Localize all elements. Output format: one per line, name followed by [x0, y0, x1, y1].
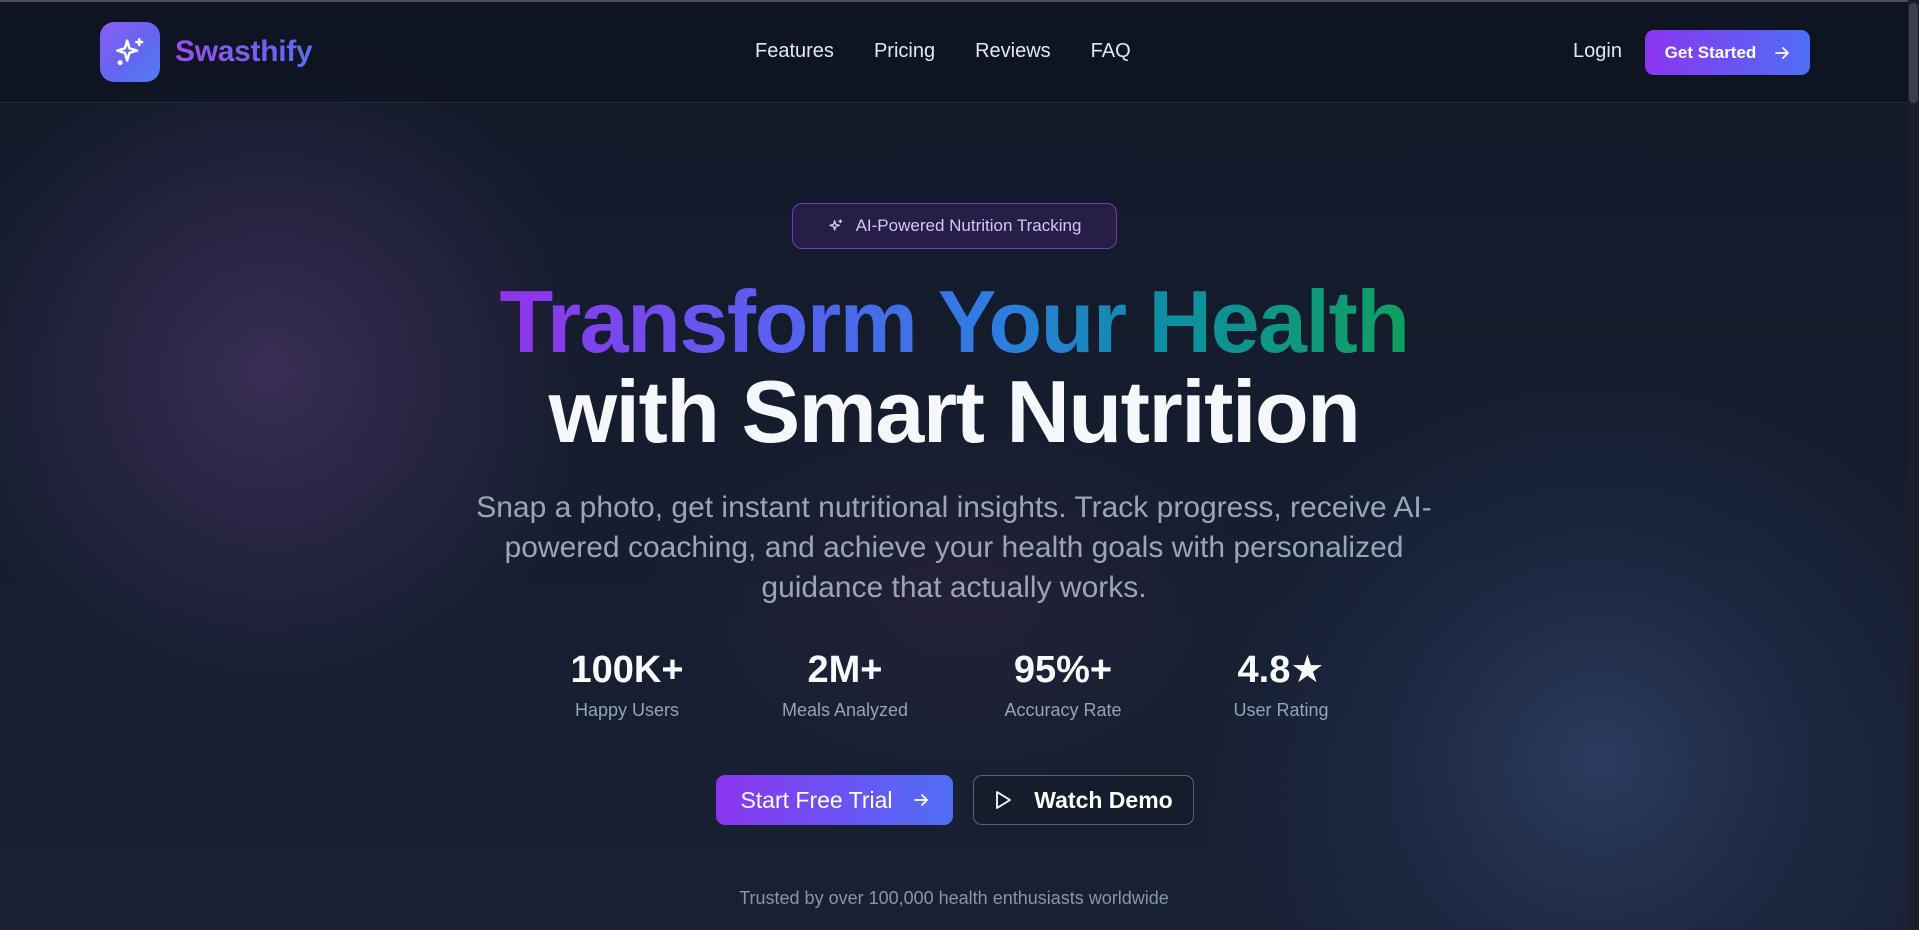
- start-free-trial-label: Start Free Trial: [740, 786, 893, 813]
- brand-name: Swasthify: [175, 35, 313, 68]
- get-started-button[interactable]: Get Started: [1645, 30, 1810, 75]
- watch-demo-button[interactable]: Watch Demo: [973, 775, 1194, 825]
- stat-accuracy-rate: 95%+ Accuracy Rate: [954, 648, 1172, 721]
- sparkles-icon: [828, 218, 844, 234]
- scrollbar[interactable]: [1908, 0, 1919, 930]
- nav-link-features[interactable]: Features: [755, 40, 834, 63]
- stat-meals-analyzed: 2M+ Meals Analyzed: [736, 648, 954, 721]
- nav-link-faq[interactable]: FAQ: [1091, 40, 1131, 63]
- stat-value: 2M+: [807, 649, 883, 691]
- nav-link-reviews[interactable]: Reviews: [975, 40, 1051, 63]
- stat-label: User Rating: [1233, 700, 1329, 720]
- stat-label: Accuracy Rate: [1004, 700, 1122, 720]
- scrollbar-thumb[interactable]: [1909, 3, 1918, 103]
- main-nav: Features Pricing Reviews FAQ: [755, 40, 1131, 63]
- stat-value: 95%+: [1013, 649, 1113, 691]
- stat-label: Happy Users: [574, 700, 680, 720]
- stat-happy-users: 100K+ Happy Users: [518, 648, 736, 721]
- stats-row: 100K+ Happy Users 2M+ Meals Analyzed 95%…: [0, 648, 1908, 721]
- brand-logo[interactable]: Swasthify: [100, 22, 313, 82]
- login-link[interactable]: Login: [1573, 40, 1622, 63]
- stat-value: 4.8★: [1237, 649, 1325, 691]
- hero-title-line-2: with Smart Nutrition: [548, 362, 1361, 461]
- hero-title-line-1: Transform Your Health: [0, 272, 1908, 372]
- arrow-right-icon: [1774, 45, 1790, 61]
- page-background: [0, 0, 1919, 930]
- hero-badge: AI-Powered Nutrition Tracking: [792, 203, 1117, 249]
- hero-subtitle: Snap a photo, get instant nutritional in…: [476, 491, 1432, 604]
- play-icon: [994, 790, 1012, 810]
- stat-user-rating: 4.8★ User Rating: [1172, 648, 1390, 721]
- get-started-label: Get Started: [1664, 42, 1757, 62]
- site-header: Swasthify Features Pricing Reviews FAQ L…: [0, 2, 1908, 103]
- watch-demo-label: Watch Demo: [1034, 786, 1173, 813]
- start-free-trial-button[interactable]: Start Free Trial: [716, 775, 953, 825]
- hero-badge-label: AI-Powered Nutrition Tracking: [855, 216, 1082, 235]
- trusted-text: Trusted by over 100,000 health enthusias…: [739, 888, 1169, 908]
- nav-link-pricing[interactable]: Pricing: [874, 40, 935, 63]
- stat-value: 100K+: [570, 649, 684, 691]
- arrow-right-icon: [913, 792, 929, 808]
- stat-label: Meals Analyzed: [781, 700, 909, 720]
- hero-title-gradient: Transform Your Health: [494, 272, 1415, 371]
- sparkles-icon: [100, 22, 160, 82]
